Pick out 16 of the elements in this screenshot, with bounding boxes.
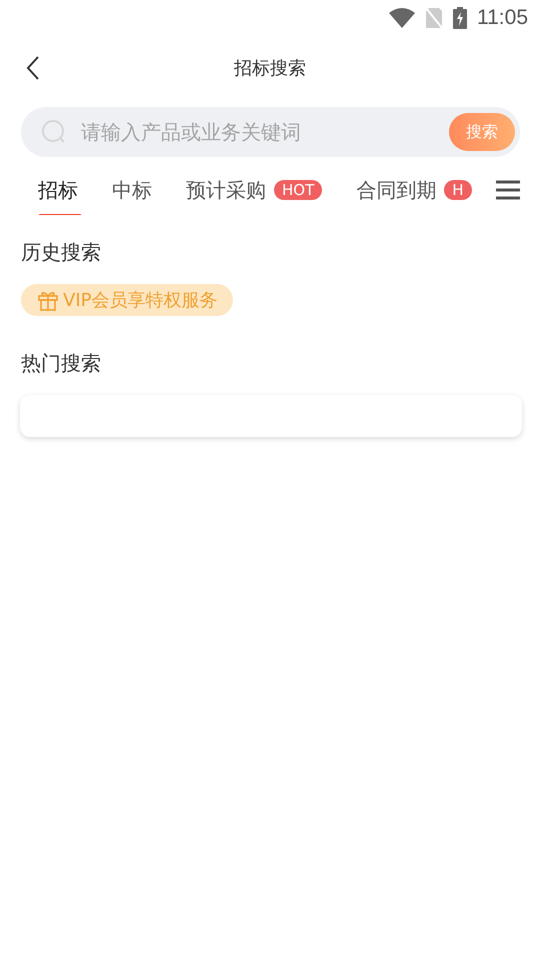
- section-title: 历史搜索: [20, 239, 102, 266]
- hot-badge: HOT: [274, 180, 322, 200]
- section-title: 热门搜索: [20, 350, 102, 377]
- tab[interactable]: 合同到期 H: [356, 165, 472, 215]
- battery-icon: [453, 7, 467, 29]
- gift-icon: [37, 289, 59, 311]
- hot-badge: H: [444, 180, 472, 200]
- no-sim-icon: [425, 7, 443, 29]
- menu-icon[interactable]: [496, 180, 520, 200]
- status-time: 11:05: [477, 6, 528, 30]
- page-title: 招标搜索: [234, 57, 306, 80]
- tab[interactable]: 预计采购 HOT: [186, 165, 322, 215]
- back-icon[interactable]: [26, 55, 40, 81]
- search-icon: [41, 119, 67, 145]
- tab[interactable]: 中标: [112, 165, 152, 215]
- wifi-icon: [389, 8, 415, 28]
